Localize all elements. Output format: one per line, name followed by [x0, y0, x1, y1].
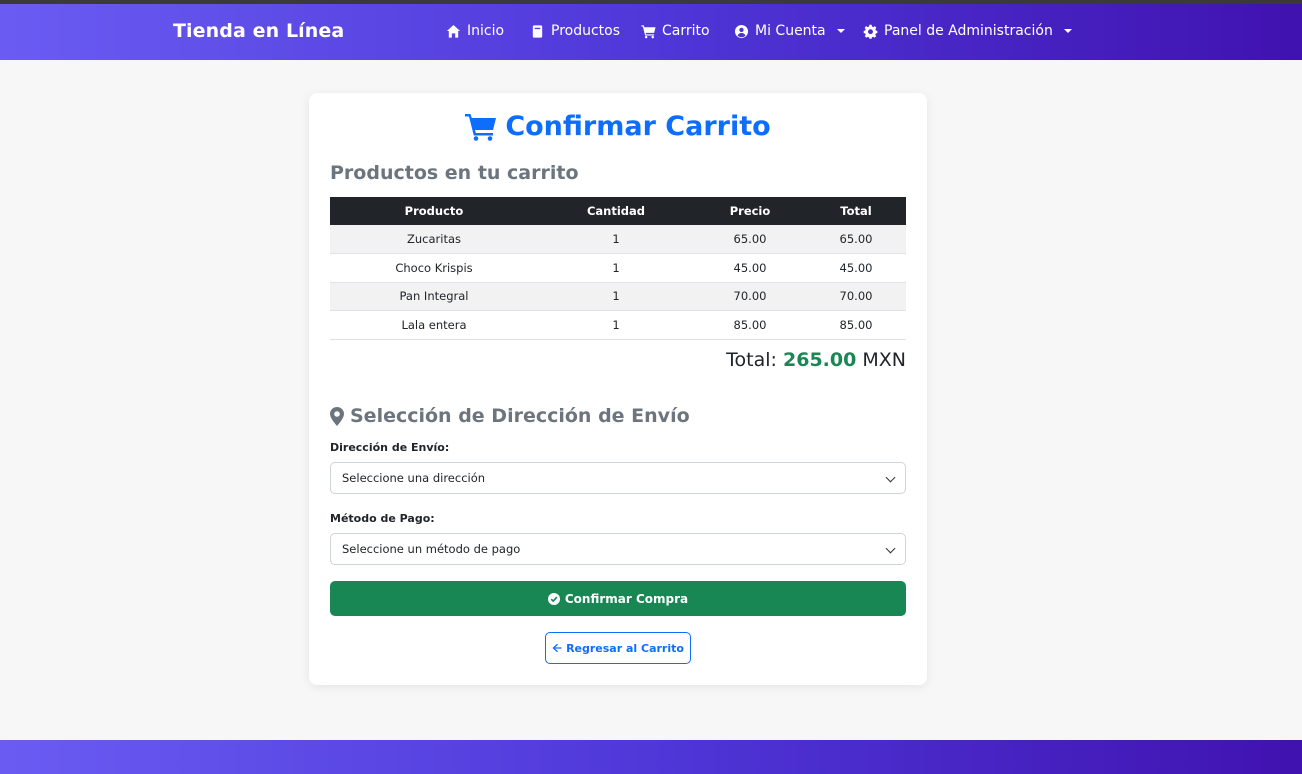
- check-circle-icon: [547, 592, 560, 605]
- cell-producto: Pan Integral: [330, 282, 538, 311]
- back-to-cart-button[interactable]: Regresar al Carrito: [545, 632, 691, 664]
- confirm-purchase-label: Confirmar Compra: [564, 591, 689, 606]
- products-heading: Productos en tu carrito: [330, 162, 579, 184]
- total-amount: 265.00: [783, 349, 857, 371]
- navbar: Tienda en Línea Inicio Productos Carrito…: [0, 4, 1302, 60]
- home-icon: [446, 24, 461, 38]
- map-marker-icon: [330, 406, 344, 426]
- footer: [0, 740, 1302, 774]
- table-row: Choco Krispis 1 45.00 45.00: [330, 253, 906, 283]
- arrow-left-icon: [552, 643, 562, 653]
- header-producto: Producto: [330, 197, 538, 225]
- total-currency: MXN: [862, 349, 906, 371]
- nav-panel-administracion[interactable]: Panel de Administración: [863, 23, 1072, 39]
- nav-carrito[interactable]: Carrito: [641, 23, 710, 39]
- nav-mi-cuenta[interactable]: Mi Cuenta: [734, 23, 845, 39]
- page-title-text: Confirmar Carrito: [505, 111, 771, 142]
- header-cantidad: Cantidad: [538, 197, 694, 225]
- header-total: Total: [806, 197, 906, 225]
- nav-mi-cuenta-label: Mi Cuenta: [755, 23, 826, 39]
- shipping-heading: Selección de Dirección de Envío: [330, 405, 690, 427]
- cell-total: 85.00: [806, 310, 906, 340]
- table-header-row: Producto Cantidad Precio Total: [330, 197, 906, 225]
- cell-producto: Lala entera: [330, 310, 538, 340]
- cell-precio: 45.00: [694, 253, 806, 283]
- address-label: Dirección de Envío:: [330, 441, 450, 454]
- cell-precio: 85.00: [694, 310, 806, 340]
- confirm-cart-card: Confirmar Carrito Productos en tu carrit…: [309, 93, 927, 685]
- brand-logo[interactable]: Tienda en Línea: [173, 20, 344, 42]
- chevron-down-icon: [836, 29, 845, 33]
- cell-cantidad: 1: [538, 282, 694, 311]
- header-precio: Precio: [694, 197, 806, 225]
- cell-producto: Zucaritas: [330, 225, 538, 254]
- cell-total: 70.00: [806, 282, 906, 311]
- table-row: Lala entera 1 85.00 85.00: [330, 310, 906, 340]
- back-to-cart-label: Regresar al Carrito: [566, 641, 684, 655]
- page-title: Confirmar Carrito: [309, 111, 927, 142]
- payment-label: Método de Pago:: [330, 512, 435, 525]
- cell-precio: 70.00: [694, 282, 806, 311]
- shipping-heading-text: Selección de Dirección de Envío: [350, 405, 690, 427]
- payment-method-select[interactable]: Seleccione un método de pago: [330, 533, 906, 565]
- chevron-down-icon: [885, 472, 896, 483]
- nav-inicio-label: Inicio: [467, 23, 505, 39]
- confirm-purchase-button[interactable]: Confirmar Compra: [330, 581, 906, 616]
- table-row: Pan Integral 1 70.00 70.00: [330, 282, 906, 311]
- nav-productos-label: Productos: [551, 23, 621, 39]
- cell-cantidad: 1: [538, 253, 694, 283]
- cart-table: Producto Cantidad Precio Total Zucaritas…: [330, 197, 906, 340]
- nav-inicio[interactable]: Inicio: [446, 23, 504, 39]
- payment-select-value: Seleccione un método de pago: [342, 542, 521, 556]
- cell-cantidad: 1: [538, 225, 694, 254]
- cell-total: 65.00: [806, 225, 906, 254]
- gear-icon: [863, 24, 878, 39]
- cell-total: 45.00: [806, 253, 906, 283]
- chevron-down-icon: [885, 543, 896, 554]
- cart-icon: [641, 24, 656, 38]
- nav-carrito-label: Carrito: [662, 23, 710, 39]
- nav-panel-administracion-label: Panel de Administración: [884, 23, 1053, 39]
- cart-total: Total: 265.00 MXN: [726, 349, 906, 371]
- chevron-down-icon: [1063, 29, 1072, 33]
- address-select-value: Seleccione una dirección: [342, 471, 486, 485]
- cell-producto: Choco Krispis: [330, 253, 538, 283]
- table-row: Zucaritas 1 65.00 65.00: [330, 225, 906, 254]
- user-circle-icon: [734, 24, 749, 38]
- address-select[interactable]: Seleccione una dirección: [330, 462, 906, 494]
- cell-precio: 65.00: [694, 225, 806, 254]
- box-icon: [532, 24, 543, 38]
- cart-icon: [465, 113, 497, 141]
- nav-productos[interactable]: Productos: [530, 23, 620, 39]
- total-label: Total:: [726, 349, 777, 371]
- cell-cantidad: 1: [538, 310, 694, 340]
